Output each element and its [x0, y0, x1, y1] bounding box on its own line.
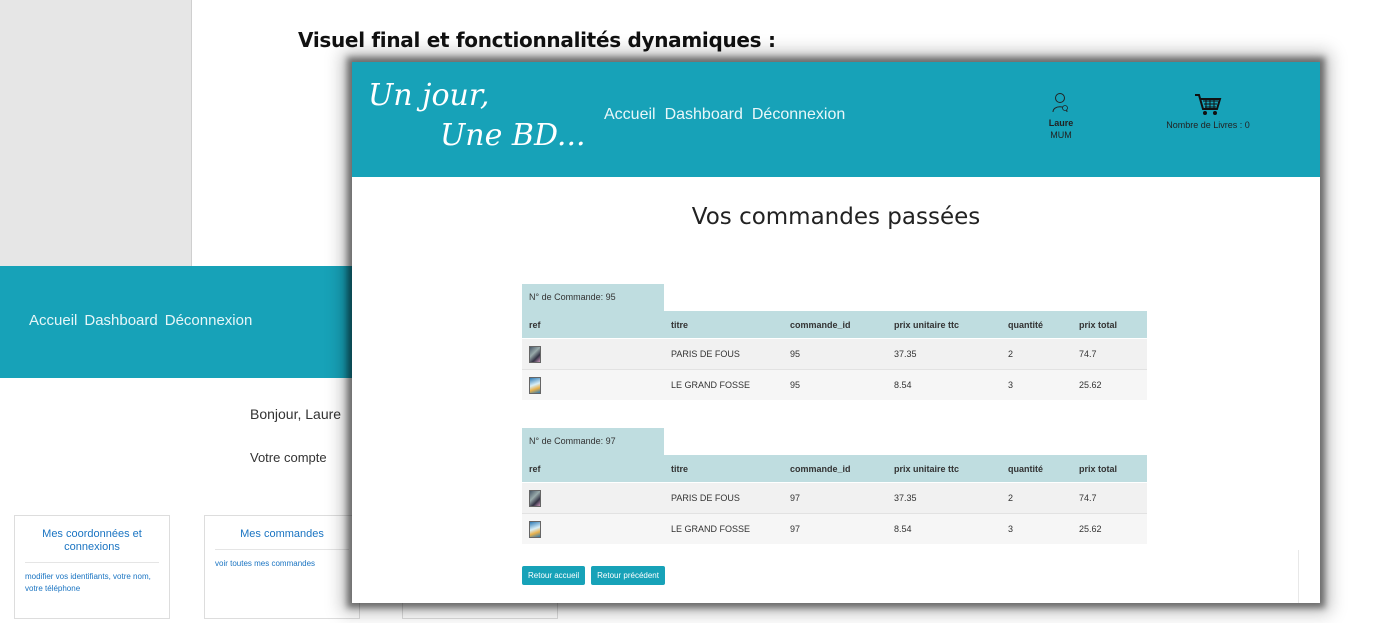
cell-prix-total: 25.62	[1072, 513, 1147, 544]
book-cover-image[interactable]	[529, 520, 541, 538]
divider	[25, 562, 159, 563]
col-ref: ref	[522, 311, 664, 339]
cell-quantite: 3	[1001, 513, 1072, 544]
cell-quantite: 2	[1001, 338, 1072, 370]
bg-nav-dashboard[interactable]: Dashboard	[84, 312, 157, 329]
orders-screenshot: Un jour, Une BD... Accueil Dashboard Déc…	[352, 62, 1320, 603]
cell-prix-unitaire: 8.54	[887, 513, 1001, 544]
cell-prix-unitaire: 8.54	[887, 369, 1001, 400]
nav-dashboard[interactable]: Dashboard	[665, 106, 743, 124]
background-sidebar	[0, 0, 192, 266]
cart-count: Nombre de Livres : 0	[1166, 120, 1250, 130]
cell-titre: LE GRAND FOSSE	[664, 369, 783, 400]
back-previous-button[interactable]: Retour précédent	[591, 566, 665, 585]
cell-titre: LE GRAND FOSSE	[664, 513, 783, 544]
bg-nav-deconnexion[interactable]: Déconnexion	[165, 312, 253, 329]
action-buttons: Retour accueil Retour précédent	[522, 566, 665, 585]
logo-line1[interactable]: Un jour,	[368, 78, 489, 113]
col-quantite: quantité	[1001, 455, 1072, 483]
col-titre: titre	[664, 311, 783, 339]
page-title: Vos commandes passées	[691, 204, 981, 230]
view-orders-link[interactable]: voir toutes mes commandes	[205, 558, 359, 570]
cell-quantite: 3	[1001, 369, 1072, 400]
card-coordonnees: Mes coordonnées et connexions modifier v…	[14, 515, 170, 619]
book-cover-image[interactable]	[529, 376, 541, 394]
col-prix-unitaire: prix unitaire ttc	[887, 455, 1001, 483]
card-title: Mes coordonnées et connexions	[42, 528, 142, 553]
cell-prix-total: 74.7	[1072, 338, 1147, 370]
table-row: PARIS DE FOUS 95 37.35 2 74.7	[522, 338, 1147, 370]
back-home-button[interactable]: Retour accueil	[522, 566, 586, 585]
col-commande-id: commande_id	[783, 455, 887, 483]
cell-commande-id: 95	[783, 369, 887, 400]
user-icon	[1052, 93, 1068, 113]
cell-commande-id: 95	[783, 338, 887, 370]
modify-identifiers-link[interactable]: modifier vos identifiants, votre nom, vo…	[15, 571, 169, 595]
order-number: N° de Commande: 95	[522, 284, 664, 311]
col-prix-unitaire: prix unitaire ttc	[887, 311, 1001, 339]
greeting: Bonjour, Laure	[250, 406, 342, 422]
order-table: ref titre commande_id prix unitaire ttc …	[522, 455, 1147, 544]
col-prix-total: prix total	[1072, 455, 1147, 483]
nav-deconnexion[interactable]: Déconnexion	[752, 106, 845, 124]
col-quantite: quantité	[1001, 311, 1072, 339]
cart-block[interactable]: Nombre de Livres : 0	[1164, 92, 1252, 130]
user-last-name: MUM	[1050, 130, 1072, 140]
background-nav: Accueil Dashboard Déconnexion	[29, 312, 252, 329]
cell-quantite: 2	[1001, 482, 1072, 514]
account-heading: Votre compte	[250, 450, 327, 465]
cell-prix-total: 25.62	[1072, 369, 1147, 400]
table-row: LE GRAND FOSSE 97 8.54 3 25.62	[522, 513, 1147, 544]
cell-commande-id: 97	[783, 513, 887, 544]
site-header: Un jour, Une BD... Accueil Dashboard Déc…	[352, 62, 1320, 177]
slide-title: Visuel final et fonctionnalités dynamiqu…	[298, 28, 776, 52]
cell-titre: PARIS DE FOUS	[664, 482, 783, 514]
book-cover-image[interactable]	[529, 345, 541, 363]
table-row: LE GRAND FOSSE 95 8.54 3 25.62	[522, 369, 1147, 400]
divider	[215, 549, 349, 550]
table-row: PARIS DE FOUS 97 37.35 2 74.7	[522, 482, 1147, 514]
col-commande-id: commande_id	[783, 311, 887, 339]
order-number: N° de Commande: 97	[522, 428, 664, 455]
cell-prix-total: 74.7	[1072, 482, 1147, 514]
order-table: ref titre commande_id prix unitaire ttc …	[522, 311, 1147, 400]
cell-prix-unitaire: 37.35	[887, 338, 1001, 370]
col-prix-total: prix total	[1072, 311, 1147, 339]
card-commandes: Mes commandes voir toutes mes commandes	[204, 515, 360, 619]
order-block: N° de Commande: 97 ref titre commande_id…	[522, 428, 1147, 544]
main-nav: Accueil Dashboard Déconnexion	[604, 106, 845, 124]
nav-accueil[interactable]: Accueil	[604, 106, 656, 124]
cell-commande-id: 97	[783, 482, 887, 514]
divider	[1298, 550, 1299, 603]
cart-icon	[1195, 94, 1222, 115]
user-block[interactable]: Laure MUM	[1046, 92, 1076, 141]
cell-titre: PARIS DE FOUS	[664, 338, 783, 370]
bg-nav-accueil[interactable]: Accueil	[29, 312, 77, 329]
cell-prix-unitaire: 37.35	[887, 482, 1001, 514]
col-titre: titre	[664, 455, 783, 483]
col-ref: ref	[522, 455, 664, 483]
logo-line2[interactable]: Une BD...	[440, 118, 586, 153]
order-block: N° de Commande: 95 ref titre commande_id…	[522, 284, 1147, 400]
user-first-name: Laure	[1048, 118, 1074, 128]
book-cover-image[interactable]	[529, 489, 541, 507]
card-title: Mes commandes	[240, 528, 324, 540]
